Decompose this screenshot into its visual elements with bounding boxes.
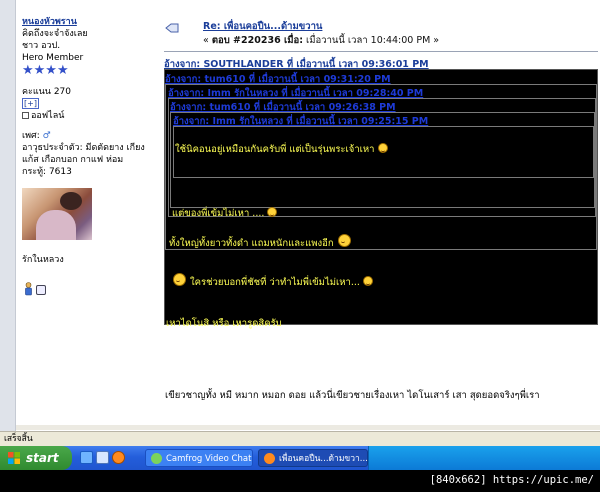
- browser-statusbar: เสร็จสิ้น: [0, 431, 600, 446]
- poster-group: ชาว อวป.: [22, 41, 61, 51]
- window-frame-left: [0, 0, 16, 433]
- reply-number: ตอบ #220236 เมื่อ:: [211, 35, 303, 46]
- quote-block: อ้างจาก: tum610 ที่ เมื่อวานนี้ เวลา 09:…: [164, 69, 598, 329]
- poster-tagline: คิดถึงจะจำจังเลย: [22, 29, 88, 39]
- post-icon: [165, 23, 179, 33]
- rank-stars: ★★★★: [22, 63, 69, 78]
- task-browser-label: เพื่อนคอปืน...ด้ามขวา...: [279, 454, 368, 464]
- smiley-icon: [173, 273, 186, 286]
- task-camfrog-label: Camfrog Video Chat: [166, 454, 252, 464]
- poster-info-panel: หนองหัวพราน คิดถึงจะจำจังเลย ชาว อวป. He…: [22, 16, 152, 298]
- poster-hobby: อาวุธประจำตัว: มีดตัดยาง เกียงแก้ส เกือก…: [22, 143, 145, 165]
- online-status-label: ออฟไลน์: [31, 111, 65, 121]
- windows-flag-icon: [8, 452, 20, 464]
- poster-gender: เพศ: ♂: [22, 130, 152, 142]
- smiley-icon: [362, 276, 373, 286]
- gender-male-icon: ♂: [42, 131, 51, 141]
- task-camfrog[interactable]: Camfrog Video Chat: [145, 449, 253, 467]
- taskbar: start Camfrog Video Chat เพื่อนคอปืน...ด…: [0, 446, 600, 470]
- smiley-icon: [377, 143, 388, 153]
- ie-icon[interactable]: [80, 451, 93, 464]
- poster-username-link[interactable]: หนองหัวพราน: [22, 16, 152, 28]
- meta-prefix: «: [203, 35, 212, 46]
- quote-text-3-label: ทั้งใหญ่ทั้งยาวทั้งดำ แถมหนักและแพงอีก: [169, 238, 334, 249]
- quote-text-4: แต่ของพี่เข้มไม่เหา ....: [172, 206, 278, 221]
- offline-icon: [22, 112, 29, 119]
- camfrog-icon: [151, 453, 162, 464]
- firefox-icon: [264, 453, 275, 464]
- horizontal-scrollbar[interactable]: [16, 425, 600, 430]
- smiley-icon: [267, 207, 278, 217]
- quote-text-4-label: แต่ของพี่เข้มไม่เหา ....: [172, 208, 265, 219]
- quote-text-2: ใครช่วยบอกพี่ชัชที่ ว่าทำไมพี่เข้มไม่เหา…: [173, 273, 373, 290]
- browser-window: หนองหัวพราน คิดถึงจะจำจังเลย ชาว อวป. He…: [0, 0, 600, 470]
- post-divider: [164, 51, 598, 52]
- post-meta: « ตอบ #220236 เมื่อ: เมื่อวานนี้ เวลา 10…: [203, 33, 439, 48]
- quote-text-2-label: ใครช่วยบอกพี่ชัชที่ ว่าทำไมพี่เข้มไม่เหา…: [190, 277, 360, 288]
- status-text: เสร็จสิ้น: [4, 434, 33, 444]
- post-time: เมื่อวานนี้ เวลา 10:44:00 PM »: [303, 35, 440, 46]
- karma-plus-button[interactable]: [+]: [22, 98, 39, 109]
- quote-text-5-label: ใช้นิคอนอยู่เหมือนกันครับพี่ แต่เป็นรุ่น…: [175, 144, 375, 155]
- profile-icon[interactable]: [24, 282, 33, 296]
- start-label: start: [26, 451, 59, 465]
- task-browser[interactable]: เพื่อนคอปืน...ด้ามขวา...: [258, 449, 368, 467]
- online-status: ออฟไลน์: [22, 110, 152, 122]
- firefox-icon[interactable]: [112, 451, 125, 464]
- gender-label: เพศ:: [22, 131, 40, 141]
- post-body-text: เขียวชาญทั้ง หมี หมาก หมอก ดอย แล้วนี่เข…: [165, 390, 540, 401]
- desktop-icon[interactable]: [96, 451, 109, 464]
- quote-text-5: ใช้นิคอนอยู่เหมือนกันครับพี่ แต่เป็นรุ่น…: [175, 142, 388, 157]
- poster-karma: คะแนน 270: [22, 87, 71, 97]
- start-button[interactable]: start: [0, 446, 72, 470]
- image-caption-bar: [840x662] https://upic.me/: [0, 470, 600, 492]
- post-title-link[interactable]: Re: เพื่อนคอปืน...ด้ามขวาน: [203, 19, 322, 34]
- smiley-icon: [337, 234, 351, 247]
- avatar: [22, 188, 92, 240]
- poster-post-count: กระทู้: 7613: [22, 167, 72, 177]
- message-icon[interactable]: [36, 285, 46, 295]
- image-caption: [840x662] https://upic.me/: [429, 474, 594, 486]
- quote-text-1: เหาไดโนสิ หรือ เหารูดสิครับ: [166, 318, 282, 329]
- quote-text-3: ทั้งใหญ่ทั้งยาวทั้งดำ แถมหนักและแพงอีก: [169, 234, 355, 251]
- poster-signature: รักในหลวง: [22, 255, 64, 265]
- system-tray: [368, 446, 600, 470]
